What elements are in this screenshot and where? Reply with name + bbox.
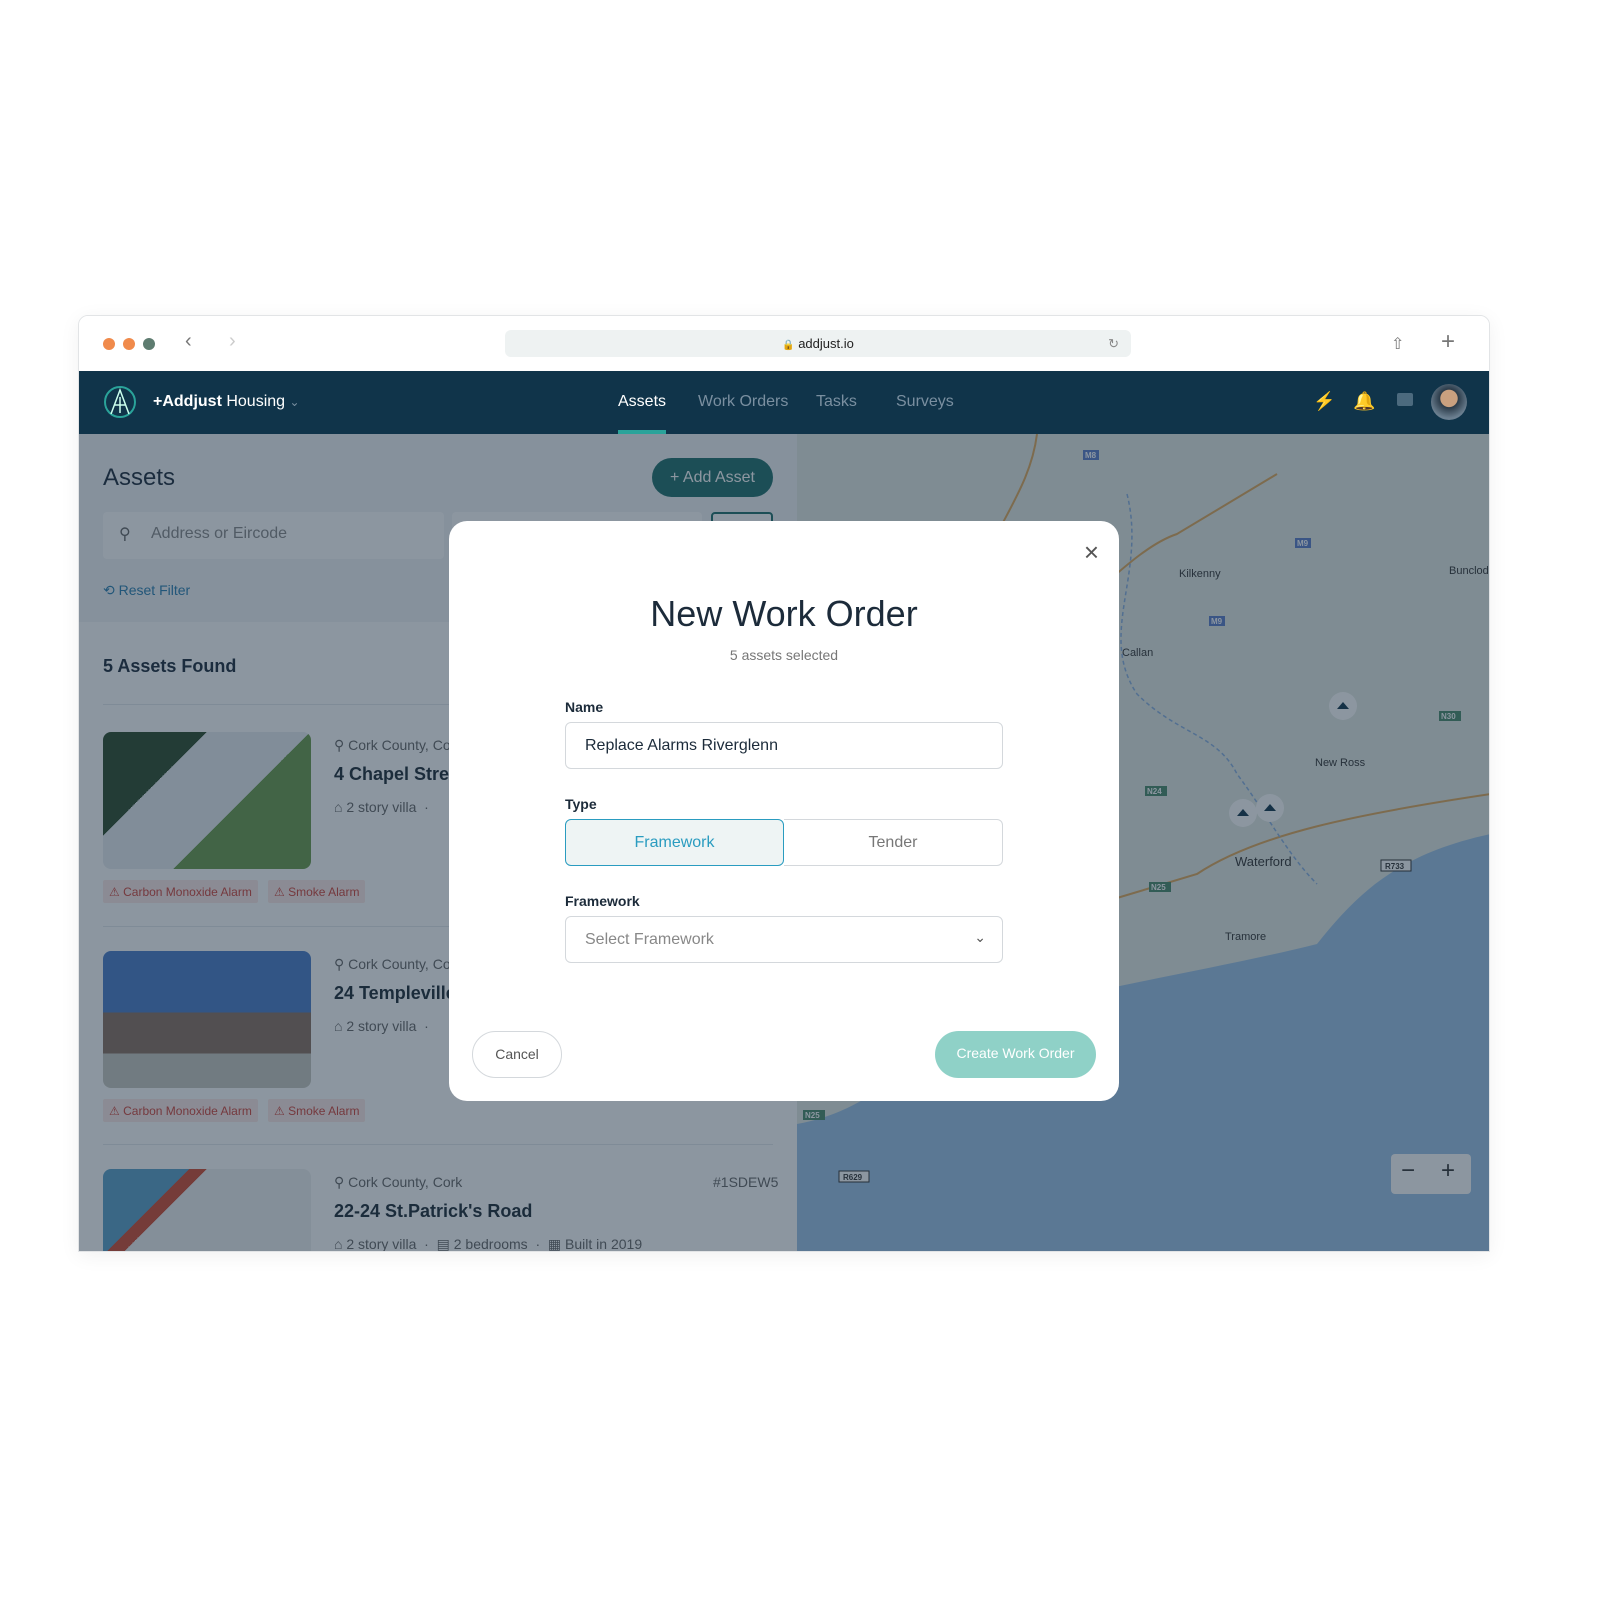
chevron-down-icon: ⌄	[289, 395, 300, 409]
type-option-tender[interactable]: Tender	[784, 819, 1003, 866]
type-label: Type	[565, 796, 597, 812]
nav-work-orders[interactable]: Work Orders	[698, 393, 788, 411]
modal-subtitle: 5 assets selected	[729, 647, 839, 663]
forward-icon[interactable]: ›	[229, 330, 236, 353]
type-option-framework[interactable]: Framework	[565, 819, 784, 866]
create-work-order-button[interactable]: Create Work Order	[935, 1031, 1096, 1078]
close-window-dot[interactable]	[103, 338, 115, 350]
address-bar[interactable]: 🔒 addjust.io ↻	[505, 330, 1131, 357]
framework-placeholder: Select Framework	[585, 931, 714, 948]
name-label: Name	[565, 699, 604, 715]
lightning-icon[interactable]: ⚡	[1313, 391, 1335, 412]
nav-assets[interactable]: Assets	[618, 393, 666, 411]
browser-titlebar: ‹ › 🔒 addjust.io ↻ ⇧ +	[79, 316, 1489, 371]
back-icon[interactable]: ‹	[185, 330, 192, 353]
nav-surveys[interactable]: Surveys	[896, 393, 954, 411]
lock-icon: 🔒	[782, 340, 795, 351]
chat-icon[interactable]	[1397, 393, 1413, 406]
cancel-button[interactable]: Cancel	[472, 1031, 562, 1078]
nav-tasks[interactable]: Tasks	[816, 393, 857, 411]
top-nav: +Addjust Housing ⌄ Assets Work Orders Ta…	[79, 371, 1489, 434]
brand-name: +Addjust	[153, 393, 222, 410]
close-icon[interactable]: ×	[1084, 537, 1099, 568]
minimize-window-dot[interactable]	[123, 338, 135, 350]
url-text: addjust.io	[798, 336, 854, 351]
modal-title: New Work Order	[650, 593, 918, 634]
name-input[interactable]: Replace Alarms Riverglenn	[565, 722, 1003, 769]
new-work-order-modal: × New Work Order 5 assets selected Name …	[449, 521, 1119, 1101]
share-icon[interactable]: ⇧	[1391, 334, 1404, 354]
maximize-window-dot[interactable]	[143, 338, 155, 350]
name-value: Replace Alarms Riverglenn	[585, 737, 778, 754]
chevron-down-icon: ⌄	[974, 929, 986, 945]
avatar[interactable]	[1431, 384, 1467, 420]
org-name: Housing	[226, 393, 286, 410]
org-switcher[interactable]: +Addjust Housing ⌄	[153, 393, 300, 411]
new-tab-icon[interactable]: +	[1441, 328, 1455, 356]
addjust-logo	[104, 386, 136, 418]
bell-icon[interactable]: 🔔	[1353, 391, 1375, 412]
framework-label: Framework	[565, 893, 640, 909]
framework-select[interactable]: Select Framework ⌄	[565, 916, 1003, 963]
reload-icon[interactable]: ↻	[1108, 330, 1119, 357]
